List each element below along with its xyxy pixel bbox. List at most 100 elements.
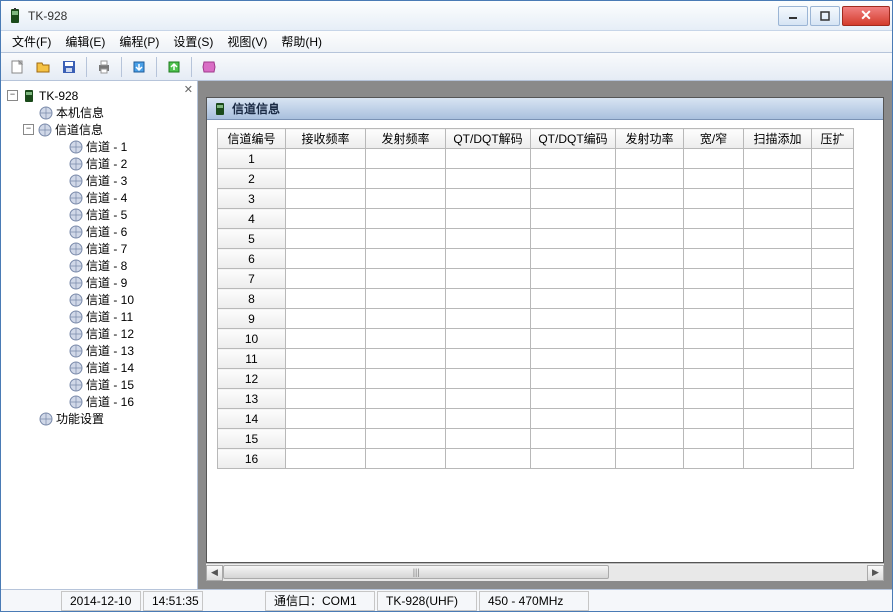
grid-cell[interactable]	[531, 249, 616, 269]
col-tx-freq[interactable]: 发射频率	[366, 129, 446, 149]
table-row[interactable]: 16	[218, 449, 854, 469]
grid-cell[interactable]	[616, 229, 684, 249]
grid-cell[interactable]	[446, 229, 531, 249]
grid-cell[interactable]	[366, 329, 446, 349]
grid-cell[interactable]	[531, 449, 616, 469]
grid-cell[interactable]	[744, 249, 812, 269]
tree-channel-item[interactable]: 信道 - 13	[37, 342, 195, 359]
sidebar-close-icon[interactable]: ✕	[184, 83, 193, 96]
grid-cell[interactable]	[684, 149, 744, 169]
new-button[interactable]	[5, 56, 29, 78]
row-number[interactable]: 12	[218, 369, 286, 389]
grid-cell[interactable]	[446, 309, 531, 329]
grid-cell[interactable]	[531, 429, 616, 449]
scroll-track[interactable]: |||	[223, 565, 867, 581]
grid-cell[interactable]	[812, 409, 854, 429]
grid-cell[interactable]	[531, 369, 616, 389]
grid-cell[interactable]	[531, 349, 616, 369]
grid-cell[interactable]	[744, 369, 812, 389]
row-number[interactable]: 9	[218, 309, 286, 329]
table-row[interactable]: 7	[218, 269, 854, 289]
grid-cell[interactable]	[616, 169, 684, 189]
grid-cell[interactable]	[744, 269, 812, 289]
grid-cell[interactable]	[684, 329, 744, 349]
tree-channel-item[interactable]: 信道 - 6	[37, 223, 195, 240]
table-row[interactable]: 9	[218, 309, 854, 329]
col-rx-freq[interactable]: 接收频率	[286, 129, 366, 149]
grid-cell[interactable]	[531, 149, 616, 169]
maximize-button[interactable]	[810, 6, 840, 26]
grid-cell[interactable]	[744, 409, 812, 429]
grid-cell[interactable]	[812, 169, 854, 189]
tree-channel-item[interactable]: 信道 - 7	[37, 240, 195, 257]
grid-cell[interactable]	[812, 389, 854, 409]
grid-cell[interactable]	[744, 329, 812, 349]
grid-cell[interactable]	[366, 209, 446, 229]
grid-cell[interactable]	[684, 169, 744, 189]
grid-cell[interactable]	[366, 389, 446, 409]
grid-cell[interactable]	[684, 269, 744, 289]
print-button[interactable]	[92, 56, 116, 78]
grid-cell[interactable]	[684, 349, 744, 369]
grid-cell[interactable]	[531, 269, 616, 289]
grid-cell[interactable]	[286, 349, 366, 369]
grid-cell[interactable]	[531, 289, 616, 309]
grid-cell[interactable]	[684, 209, 744, 229]
grid-cell[interactable]	[531, 209, 616, 229]
menu-edit[interactable]: 编辑(E)	[58, 30, 112, 53]
table-row[interactable]: 15	[218, 429, 854, 449]
grid-cell[interactable]	[531, 229, 616, 249]
grid-cell[interactable]	[812, 329, 854, 349]
grid-cell[interactable]	[744, 149, 812, 169]
grid-cell[interactable]	[366, 429, 446, 449]
grid-cell[interactable]	[744, 209, 812, 229]
grid-cell[interactable]	[446, 409, 531, 429]
write-button[interactable]	[162, 56, 186, 78]
row-number[interactable]: 7	[218, 269, 286, 289]
grid-cell[interactable]	[616, 349, 684, 369]
grid-cell[interactable]	[812, 289, 854, 309]
tree-root[interactable]: − TK-928	[7, 87, 195, 104]
grid-cell[interactable]	[446, 249, 531, 269]
grid-cell[interactable]	[684, 249, 744, 269]
tree-channel-info[interactable]: − 信道信息	[23, 121, 195, 138]
grid-cell[interactable]	[744, 229, 812, 249]
grid-cell[interactable]	[684, 189, 744, 209]
grid-cell[interactable]	[366, 149, 446, 169]
minimize-button[interactable]	[778, 6, 808, 26]
grid-cell[interactable]	[812, 309, 854, 329]
grid-cell[interactable]	[531, 169, 616, 189]
grid-cell[interactable]	[616, 289, 684, 309]
grid-cell[interactable]	[616, 269, 684, 289]
collapse-icon[interactable]: −	[7, 90, 18, 101]
grid-cell[interactable]	[446, 429, 531, 449]
col-scan-add[interactable]: 扫描添加	[744, 129, 812, 149]
grid-cell[interactable]	[446, 449, 531, 469]
grid-cell[interactable]	[531, 309, 616, 329]
save-button[interactable]	[57, 56, 81, 78]
grid-cell[interactable]	[616, 389, 684, 409]
grid-cell[interactable]	[286, 249, 366, 269]
grid-cell[interactable]	[616, 369, 684, 389]
tree-channel-item[interactable]: 信道 - 5	[37, 206, 195, 223]
tree-channel-item[interactable]: 信道 - 4	[37, 189, 195, 206]
grid-cell[interactable]	[446, 329, 531, 349]
tree-channel-item[interactable]: 信道 - 12	[37, 325, 195, 342]
grid-cell[interactable]	[531, 189, 616, 209]
grid-cell[interactable]	[286, 329, 366, 349]
scroll-thumb[interactable]: |||	[223, 565, 609, 579]
grid-cell[interactable]	[286, 209, 366, 229]
row-number[interactable]: 15	[218, 429, 286, 449]
menu-view[interactable]: 视图(V)	[220, 30, 274, 53]
grid-cell[interactable]	[446, 169, 531, 189]
grid-cell[interactable]	[366, 409, 446, 429]
grid-cell[interactable]	[744, 449, 812, 469]
grid-cell[interactable]	[366, 349, 446, 369]
grid-cell[interactable]	[286, 389, 366, 409]
help-button[interactable]	[197, 56, 221, 78]
row-number[interactable]: 11	[218, 349, 286, 369]
grid-cell[interactable]	[744, 289, 812, 309]
tree-local-info[interactable]: 本机信息	[23, 104, 195, 121]
table-row[interactable]: 3	[218, 189, 854, 209]
grid-cell[interactable]	[366, 369, 446, 389]
